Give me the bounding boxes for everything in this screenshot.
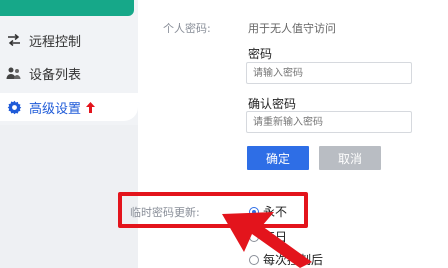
option-daily[interactable]: 每日 <box>249 228 287 245</box>
confirm-password-label: 确认密码 <box>248 97 297 111</box>
radio-icon <box>249 254 259 265</box>
option-label: 每次控制后 <box>263 253 324 267</box>
password-input[interactable] <box>246 62 412 84</box>
annotation-highlight-box <box>118 192 308 228</box>
sidebar-item-label: 设备列表 <box>29 67 82 83</box>
personal-password-label: 个人密码: <box>163 22 211 35</box>
sidebar-item-label: 远程控制 <box>29 34 82 50</box>
sidebar-item-device-list[interactable]: 设备列表 <box>0 59 138 87</box>
sidebar: 远程控制 设备列表 高级设置 <box>0 0 138 268</box>
personal-password-description: 用于无人值守访问 <box>248 22 336 35</box>
confirm-button[interactable]: 确定 <box>247 146 309 170</box>
sidebar-item-advanced-settings[interactable]: 高级设置 <box>0 93 138 121</box>
option-label: 每日 <box>263 230 288 244</box>
sidebar-item-remote-control[interactable]: 远程控制 <box>0 26 138 54</box>
sidebar-item-label: 高级设置 <box>29 101 82 117</box>
radio-icon <box>249 231 259 242</box>
sidebar-header-bar <box>0 0 134 16</box>
password-label: 密码 <box>248 47 273 61</box>
users-icon <box>6 65 22 81</box>
swap-arrows-icon <box>6 32 22 48</box>
gear-icon <box>6 99 22 115</box>
red-up-arrow-icon <box>86 101 96 113</box>
option-after-each-control[interactable]: 每次控制后 <box>249 251 323 268</box>
confirm-password-input[interactable] <box>246 111 412 133</box>
cancel-button[interactable]: 取消 <box>319 146 381 170</box>
